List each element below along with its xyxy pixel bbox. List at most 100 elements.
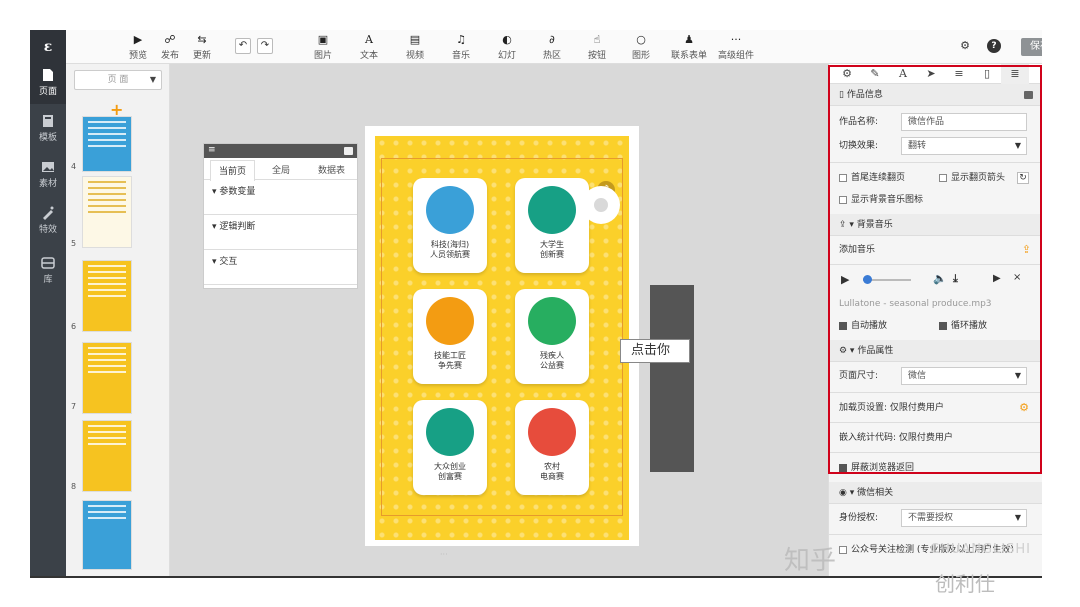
checkbox[interactable]	[939, 173, 947, 182]
page-icon	[43, 69, 53, 81]
volume-icon[interactable]: 🔈	[933, 272, 947, 285]
work-name-input[interactable]: 微信作品	[901, 113, 1027, 131]
gear-icon[interactable]: ⚙	[833, 64, 861, 84]
hotspot-tool[interactable]: ∂ 热区	[539, 32, 565, 62]
click-hint: 点击你	[620, 339, 690, 363]
auth-select[interactable]: 不需要授权 ▼	[901, 509, 1027, 527]
video-tool[interactable]: ▤ 视频	[402, 32, 428, 62]
update-button[interactable]: ⇆ 更新	[190, 32, 214, 62]
loop-checkbox-row[interactable]: 首尾连续翻页 显示翻页箭头 ↻	[829, 166, 1042, 190]
gear-icon[interactable]: ⚙	[1019, 396, 1029, 420]
page-selector[interactable]: 页 面 ▼	[74, 70, 162, 90]
play-icon: ▶	[133, 33, 143, 46]
work-info-header[interactable]: ▯ 作品信息	[829, 84, 1042, 106]
settings-gear-icon[interactable]: ⚙	[958, 39, 972, 53]
film-icon: ▤	[409, 33, 421, 46]
help-icon[interactable]: ?	[987, 39, 1001, 53]
arrow-checkbox-row[interactable]: 显示翻页箭头	[939, 166, 1005, 190]
canvas-size-label: ···	[440, 550, 448, 559]
bg-music-header[interactable]: ⇪ ▾ 背景音乐	[829, 214, 1042, 236]
nav-item-template[interactable]: 模板	[30, 110, 66, 150]
database-icon[interactable]: ≣	[1001, 64, 1029, 84]
block-back-row[interactable]: 屏蔽浏览器返回	[829, 456, 1042, 480]
checkbox[interactable]	[839, 545, 847, 554]
tab-current-page[interactable]: 当前页	[210, 160, 256, 181]
interaction-row[interactable]: ▾ 交互	[204, 250, 357, 285]
watermark-brand-en: CHUANGLISHI	[930, 542, 1031, 557]
music-player: ▶ 🔈 ⤓ ▶ ×	[829, 268, 1042, 292]
editor-window: ε 页面 模板 素材 特效 库 ▶ 预览 ☍ 发布 ⇆ 更新 ↶ ↷ ▣ 图片 A 文本 …	[30, 30, 1042, 578]
nav-item-effects[interactable]: 特效	[30, 202, 66, 242]
autoplay-row[interactable]: 自动播放 循环播放	[829, 314, 1042, 338]
logic-row[interactable]: ▾ 逻辑判断	[204, 215, 357, 250]
card-entrepreneur[interactable]: 大众创业 创富赛	[413, 400, 487, 495]
slide-tool[interactable]: ◐ 幻灯	[494, 32, 520, 62]
nav-item-library[interactable]: 库	[30, 252, 66, 292]
button-tool[interactable]: ☝ 按钮	[584, 32, 610, 62]
add-music-row[interactable]: 添加音乐 ⇪	[829, 238, 1042, 262]
card-disabled[interactable]: 残疾人 公益赛	[515, 289, 589, 384]
upload-icon[interactable]: ⇪	[1022, 238, 1031, 262]
music-icon: ♫	[456, 33, 466, 46]
doc-icon[interactable]: ▯	[973, 64, 1001, 84]
text-tool[interactable]: A 文本	[356, 32, 382, 62]
download-icon[interactable]: ⤓	[953, 272, 958, 286]
redo-button[interactable]: ↷	[257, 38, 273, 54]
minimize-icon[interactable]	[344, 147, 353, 155]
send-icon[interactable]: ➤	[917, 64, 945, 84]
nav-item-material[interactable]: 素材	[30, 156, 66, 196]
card-ecommerce[interactable]: 农村 电商赛	[515, 400, 589, 495]
transition-select[interactable]: 翻转 ▼	[901, 137, 1027, 155]
close-icon[interactable]: ×	[1013, 272, 1021, 283]
loading-page-row: 加载页设置: 仅限付费用户 ⚙	[829, 396, 1042, 420]
reset-icon[interactable]: ↻	[1017, 172, 1029, 184]
page-thumb-9[interactable]	[82, 500, 132, 570]
card-tech[interactable]: 科技(海归) 人员领航赛	[413, 178, 487, 273]
divider	[30, 576, 1042, 578]
loop-play-row[interactable]: 循环播放	[939, 314, 987, 338]
work-props-header[interactable]: ⚙ ▾ 作品属性	[829, 340, 1042, 362]
caret-down-icon: ▼	[1014, 371, 1021, 380]
embed-code-row: 嵌入统计代码: 仅限付费用户	[839, 433, 953, 443]
form-tool[interactable]: ♟ 联系表单	[670, 32, 708, 62]
tab-global[interactable]: 全局	[272, 163, 290, 176]
image-tool[interactable]: ▣ 图片	[310, 32, 336, 62]
progress-thumb[interactable]	[863, 275, 872, 284]
preview-button[interactable]: ▶ 预览	[126, 32, 150, 62]
undo-button[interactable]: ↶	[235, 38, 251, 54]
font-icon[interactable]: A	[889, 64, 917, 84]
properties-tabs: ⚙ ✎ A ➤ ≡ ▯ ≣	[829, 64, 1042, 84]
page-thumb-8[interactable]	[82, 420, 132, 492]
state-tabs: 当前页 全局 数据表	[204, 158, 357, 181]
save-button[interactable]: 保存	[1021, 38, 1042, 56]
list-icon[interactable]: ≡	[945, 64, 973, 84]
page-thumb-5[interactable]	[82, 176, 132, 248]
state-panel-header[interactable]: ≡	[204, 144, 357, 158]
music-tool[interactable]: ♫ 音乐	[448, 32, 474, 62]
tab-datatable[interactable]: 数据表	[318, 163, 345, 176]
checkbox-checked[interactable]	[839, 463, 847, 472]
checkbox[interactable]	[839, 195, 847, 204]
page-size-select[interactable]: 微信 ▼	[901, 367, 1027, 385]
shape-tool[interactable]: ○ 图形	[628, 32, 654, 62]
bg-icon-checkbox-row[interactable]: 显示背景音乐图标	[829, 188, 1042, 212]
next-icon[interactable]: ▶	[993, 273, 1001, 284]
checkbox-checked[interactable]	[939, 321, 947, 330]
brush-icon[interactable]: ✎	[861, 64, 889, 84]
play-icon[interactable]: ▶	[841, 273, 849, 286]
nav-label: 特效	[38, 225, 57, 235]
card-skill[interactable]: 技能工匠 争先赛	[413, 289, 487, 384]
card-student[interactable]: 大学生 创新赛	[515, 178, 589, 273]
checkbox-checked[interactable]	[839, 321, 847, 330]
gear-icon: ⚙ ▾	[839, 346, 858, 356]
wechat-header[interactable]: ◉ ▾ 微信相关	[829, 482, 1042, 504]
advanced-tool[interactable]: ··· 高级组件	[716, 32, 756, 62]
page-thumb-4[interactable]	[82, 116, 132, 172]
variables-row[interactable]: ▾ 参数变量	[204, 180, 357, 215]
publish-button[interactable]: ☍ 发布	[158, 32, 182, 62]
page-thumb-6[interactable]	[82, 260, 132, 332]
page-thumb-7[interactable]	[82, 342, 132, 414]
nav-item-page[interactable]: 页面	[30, 64, 66, 104]
checkbox[interactable]	[839, 173, 847, 182]
collapse-icon[interactable]	[1024, 91, 1033, 99]
